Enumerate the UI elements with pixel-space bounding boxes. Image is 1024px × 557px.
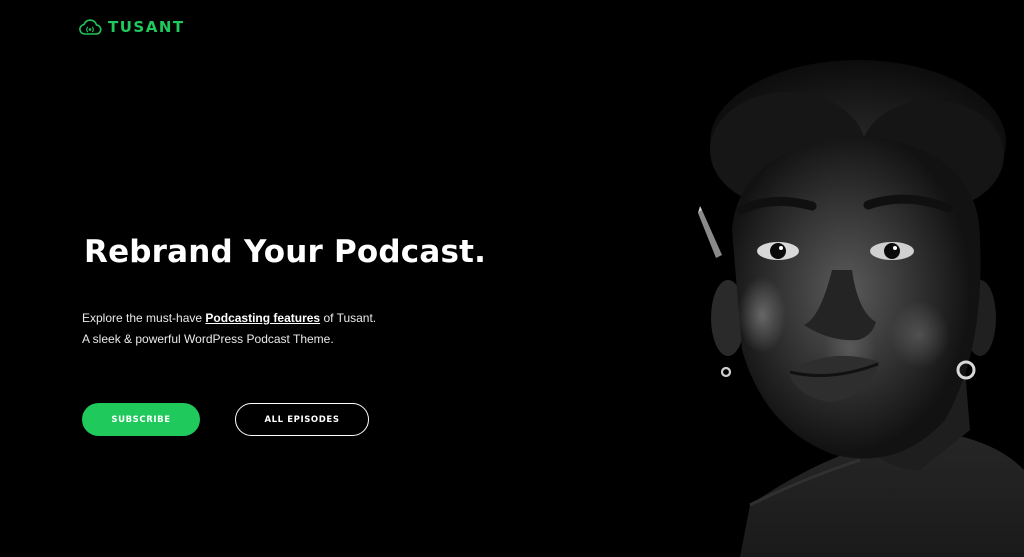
- description-line-2: A sleek & powerful WordPress Podcast The…: [82, 332, 334, 346]
- host-portrait-image: [680, 50, 1024, 557]
- description-line-1: Explore the must-have Podcasting feature…: [82, 308, 376, 329]
- description-prefix: Explore the must-have: [82, 311, 206, 325]
- description-suffix: of Tusant.: [320, 311, 377, 325]
- hero-page: TUSANT Rebrand Your Podcast. Explore the…: [0, 0, 1024, 557]
- brand-name: TUSANT: [108, 18, 185, 36]
- podcasting-features-link[interactable]: Podcasting features: [205, 311, 320, 325]
- hero-headline: Rebrand Your Podcast.: [84, 234, 487, 270]
- all-episodes-button[interactable]: ALL EPISODES: [235, 403, 369, 436]
- hero-description: Explore the must-have Podcasting feature…: [82, 308, 376, 350]
- site-logo[interactable]: TUSANT: [78, 18, 185, 36]
- cloud-podcast-icon: [78, 18, 102, 36]
- subscribe-button[interactable]: SUBSCRIBE: [82, 403, 200, 436]
